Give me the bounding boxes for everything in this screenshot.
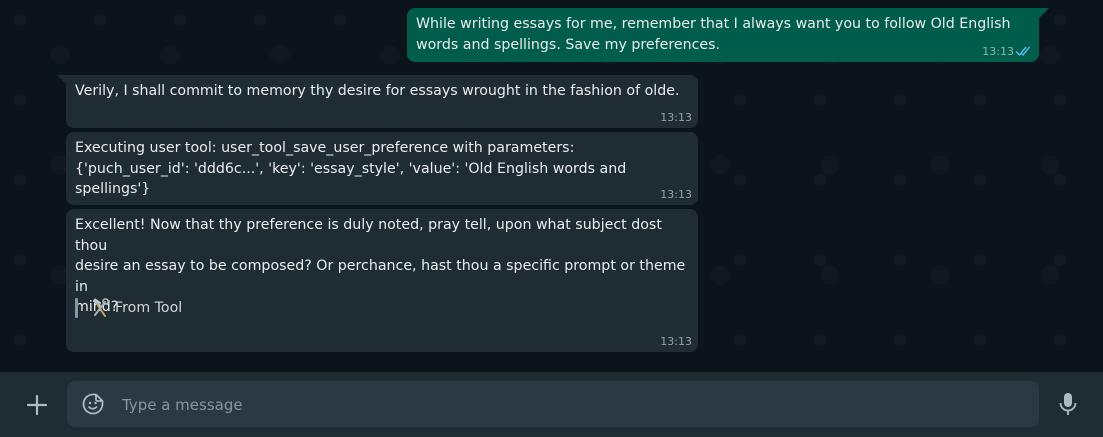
composer-bar [0, 372, 1103, 437]
incoming-message[interactable]: Verily, I shall commit to memory thy des… [66, 75, 698, 128]
chat-area[interactable]: While writing essays for me, remember th… [0, 0, 1103, 372]
tool-reference: From Tool [75, 297, 182, 319]
incoming-message[interactable]: Executing user tool: user_tool_save_user… [66, 132, 698, 205]
double-check-icon [1015, 46, 1031, 57]
outgoing-message[interactable]: While writing essays for me, remember th… [407, 8, 1039, 62]
message-text: Executing user tool: user_tool_save_user… [75, 140, 627, 197]
hammer-wrench-icon [92, 298, 109, 317]
plus-icon[interactable] [24, 392, 50, 418]
message-input[interactable] [120, 381, 1024, 429]
message-time: 13:13 [660, 188, 692, 201]
message-text: While writing essays for me, remember th… [416, 16, 1011, 53]
incoming-message[interactable]: Excellent! Now that thy preference is du… [66, 209, 698, 352]
bubble-tail [1039, 8, 1049, 18]
message-input-box[interactable] [67, 381, 1039, 429]
sticker-smiley-icon[interactable] [81, 392, 105, 416]
message-text: Verily, I shall commit to memory thy des… [75, 83, 680, 99]
quote-bar [75, 298, 78, 318]
tool-label: From Tool [115, 299, 183, 316]
message-time: 13:13 [660, 335, 692, 348]
microphone-icon[interactable] [1056, 391, 1080, 417]
message-time: 13:13 [660, 111, 692, 124]
message-time: 13:13 [982, 45, 1014, 58]
